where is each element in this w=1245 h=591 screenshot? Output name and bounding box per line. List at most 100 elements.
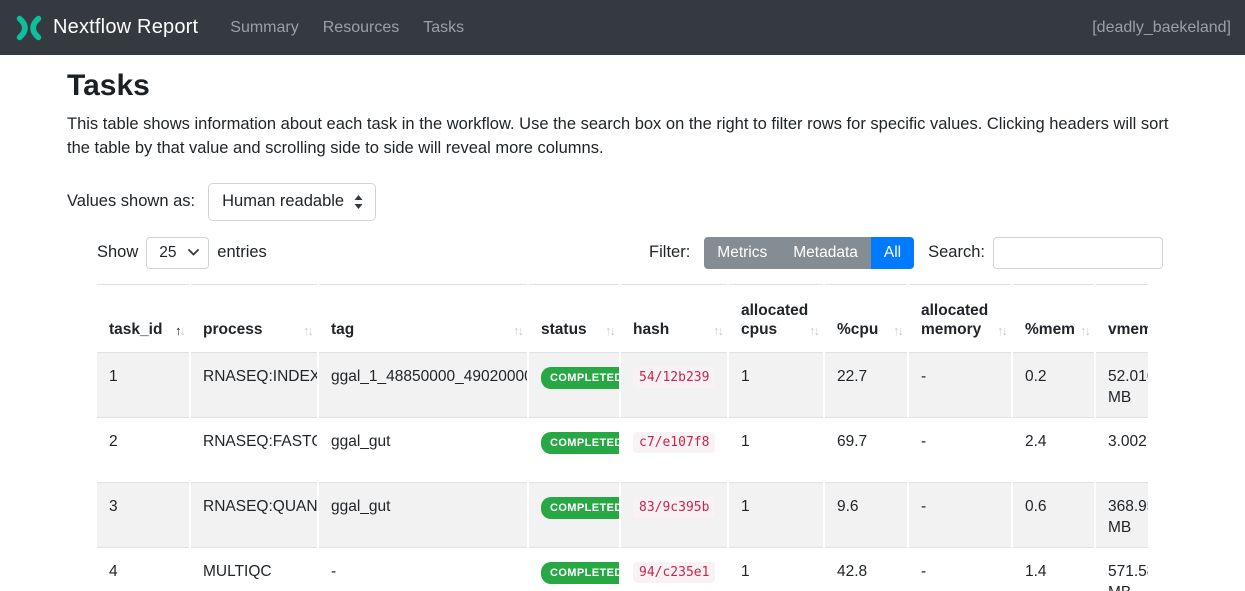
column-header-process[interactable]: process ↑↓ (190, 284, 318, 352)
cell-task-id: 2 (97, 417, 190, 482)
column-header-allocated-cpus[interactable]: allocated cpus ↑↓ (728, 284, 824, 352)
cell-vmem: 368.95 MB (1095, 482, 1148, 547)
status-badge: COMPLETED (541, 367, 620, 390)
column-header-task-id[interactable]: task_id ↑↓ (97, 284, 190, 352)
cell-task-id: 4 (97, 547, 190, 591)
cell-pcpu: 9.6 (824, 482, 908, 547)
table-row: 2 RNASEQ:FASTQC ggal_gut COMPLETED c7/e1… (97, 417, 1148, 482)
filter-metadata-button[interactable]: Metadata (780, 237, 871, 269)
cell-tag: ggal_gut (318, 482, 528, 547)
page-description: This table shows information about each … (67, 113, 1178, 161)
column-header-pcpu[interactable]: %cpu ↑↓ (824, 284, 908, 352)
tasks-table-scroll-area[interactable]: task_id ↑↓ process ↑↓ tag ↑↓ status (97, 284, 1148, 591)
table-row: 4 MULTIQC - COMPLETED 94/c235e1 1 42.8 -… (97, 547, 1148, 591)
cell-allocated-cpus: 1 (728, 417, 824, 482)
cell-hash: 83/9c395b (620, 482, 728, 547)
cell-vmem: 3.002 (1095, 417, 1148, 482)
cell-pmem: 2.4 (1012, 417, 1095, 482)
app-title: Nextflow Report (53, 16, 198, 39)
column-header-status[interactable]: status ↑↓ (528, 284, 620, 352)
values-format-select[interactable]: Human readable (208, 183, 376, 221)
show-label: Show (97, 243, 138, 262)
cell-pcpu: 22.7 (824, 352, 908, 417)
cell-process: MULTIQC (190, 547, 318, 591)
column-header-vmem[interactable]: vmem (1095, 284, 1148, 352)
sort-icon: ↑↓ (997, 323, 1006, 339)
tasks-section: Tasks This table shows information about… (0, 69, 1245, 591)
table-row: 3 RNASEQ:QUANT ggal_gut COMPLETED 83/9c3… (97, 482, 1148, 547)
hash-code: 94/c235e1 (633, 562, 715, 583)
cell-allocated-cpus: 1 (728, 352, 824, 417)
cell-status: COMPLETED (528, 482, 620, 547)
sort-icon: ↑↓ (303, 323, 312, 339)
header-row: task_id ↑↓ process ↑↓ tag ↑↓ status (97, 284, 1148, 352)
table-row: 1 RNASEQ:INDEX ggal_1_48850000_49020000 … (97, 352, 1148, 417)
sort-icon: ↑↓ (605, 323, 614, 339)
brand-link[interactable]: Nextflow Report (14, 13, 198, 43)
hash-code: 83/9c395b (633, 497, 715, 518)
hash-code: c7/e107f8 (633, 432, 715, 453)
cell-status: COMPLETED (528, 352, 620, 417)
cell-process: RNASEQ:QUANT (190, 482, 318, 547)
chevron-down-icon (188, 249, 199, 256)
entries-label: entries (217, 243, 267, 262)
cell-tag: ggal_gut (318, 417, 528, 482)
column-header-allocated-memory[interactable]: allocated memory ↑↓ (908, 284, 1012, 352)
sort-icon: ↑↓ (513, 323, 522, 339)
nav-links: Summary Resources Tasks (218, 11, 476, 45)
column-header-pmem[interactable]: %mem ↑↓ (1012, 284, 1095, 352)
navbar: Nextflow Report Summary Resources Tasks … (0, 0, 1245, 55)
status-badge: COMPLETED (541, 497, 620, 520)
cell-allocated-memory: - (908, 482, 1012, 547)
nav-item-resources[interactable]: Resources (311, 11, 411, 45)
nav-item-tasks[interactable]: Tasks (411, 11, 476, 45)
tasks-table: task_id ↑↓ process ↑↓ tag ↑↓ status (97, 284, 1148, 591)
hash-code: 54/12b239 (633, 367, 715, 388)
page-length-select[interactable]: 25 (146, 237, 209, 269)
cell-pmem: 1.4 (1012, 547, 1095, 591)
cell-allocated-cpus: 1 (728, 482, 824, 547)
filter-all-button[interactable]: All (871, 237, 914, 269)
cell-process: RNASEQ:INDEX (190, 352, 318, 417)
cell-pcpu: 42.8 (824, 547, 908, 591)
filter-metrics-button[interactable]: Metrics (704, 237, 780, 269)
cell-allocated-cpus: 1 (728, 547, 824, 591)
sort-icon: ↑↓ (713, 323, 722, 339)
sort-icon: ↑↓ (893, 323, 902, 339)
page-length-value: 25 (159, 244, 176, 262)
cell-task-id: 1 (97, 352, 190, 417)
cell-process: RNASEQ:FASTQC (190, 417, 318, 482)
column-header-tag[interactable]: tag ↑↓ (318, 284, 528, 352)
filter-button-group: Metrics Metadata All (704, 237, 914, 269)
cell-tag: ggal_1_48850000_49020000 (318, 352, 528, 417)
cell-allocated-memory: - (908, 547, 1012, 591)
cell-status: COMPLETED (528, 547, 620, 591)
cell-pcpu: 69.7 (824, 417, 908, 482)
cell-status: COMPLETED (528, 417, 620, 482)
status-badge: COMPLETED (541, 432, 620, 455)
cell-pmem: 0.2 (1012, 352, 1095, 417)
page-title: Tasks (67, 69, 1178, 103)
nav-item-summary[interactable]: Summary (218, 11, 310, 45)
cell-allocated-memory: - (908, 352, 1012, 417)
sort-icon: ↑↓ (809, 323, 818, 339)
values-format-selected: Human readable (222, 192, 344, 211)
sort-icon: ↑↓ (175, 323, 184, 339)
cell-tag: - (318, 547, 528, 591)
filter-label: Filter: (649, 243, 690, 262)
cell-pmem: 0.6 (1012, 482, 1095, 547)
column-header-hash[interactable]: hash ↑↓ (620, 284, 728, 352)
status-badge: COMPLETED (541, 562, 620, 585)
cell-hash: c7/e107f8 (620, 417, 728, 482)
cell-vmem: 52.016 MB (1095, 352, 1148, 417)
updown-caret-icon (354, 195, 363, 209)
cell-task-id: 3 (97, 482, 190, 547)
cell-vmem: 571.58 MB (1095, 547, 1148, 591)
cell-hash: 94/c235e1 (620, 547, 728, 591)
cell-hash: 54/12b239 (620, 352, 728, 417)
nextflow-logo-icon (14, 13, 44, 43)
search-label: Search: (928, 243, 985, 262)
cell-allocated-memory: - (908, 417, 1012, 482)
sort-icon: ↑↓ (1080, 323, 1089, 339)
search-input[interactable] (993, 237, 1163, 269)
